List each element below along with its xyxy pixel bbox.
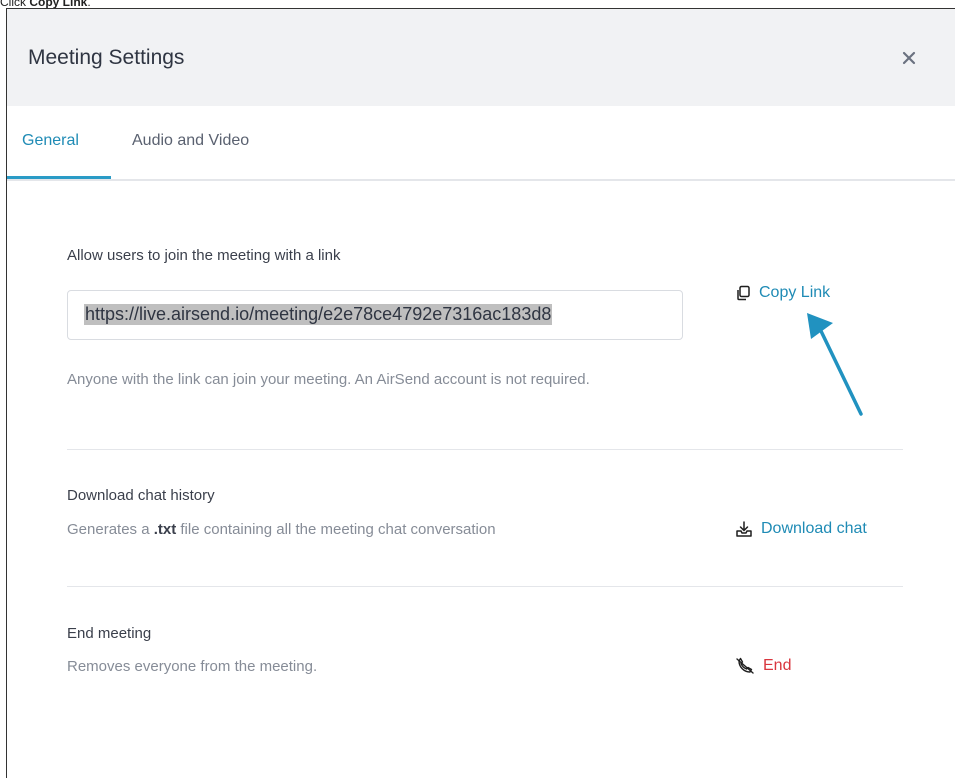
chat-desc-suffix: file containing all the meeting chat con… <box>176 521 496 538</box>
tab-audio-and-video[interactable]: Audio and Video <box>132 132 249 150</box>
link-section-description: Anyone with the link can join your meeti… <box>67 371 590 388</box>
end-section-title: End meeting <box>67 625 152 642</box>
section-divider <box>67 449 903 450</box>
section-divider <box>67 586 903 587</box>
dialog-header: Meeting Settings <box>7 9 955 106</box>
callout-arrow-icon <box>807 313 863 416</box>
copy-link-button[interactable]: Copy Link <box>735 284 830 302</box>
link-section-title: Allow users to join the meeting with a l… <box>67 247 341 264</box>
dialog-title: Meeting Settings <box>28 46 185 69</box>
chat-section-title: Download chat history <box>67 487 215 504</box>
close-button[interactable] <box>898 47 920 69</box>
download-chat-label: Download chat <box>761 520 867 537</box>
copy-link-label: Copy Link <box>759 284 831 301</box>
end-call-icon <box>736 657 754 674</box>
chat-desc-bold: .txt <box>153 521 177 538</box>
chat-desc-prefix: Generates a <box>67 521 154 538</box>
meeting-link-url[interactable]: https://live.airsend.io/meeting/e2e78ce4… <box>84 304 553 325</box>
meeting-link-field[interactable]: https://live.airsend.io/meeting/e2e78ce4… <box>67 290 683 340</box>
end-section-description: Removes everyone from the meeting. <box>67 658 318 675</box>
chat-section-description: Generates a .txt file containing all the… <box>67 517 496 542</box>
active-tab-indicator <box>7 176 111 179</box>
download-chat-button[interactable]: Download chat <box>735 520 867 538</box>
end-meeting-button[interactable]: End <box>735 657 791 675</box>
close-icon <box>902 51 916 65</box>
tab-bar: General Audio and Video <box>7 106 955 181</box>
meeting-settings-dialog: Meeting Settings General Audio and Video… <box>6 8 955 778</box>
end-meeting-label: End <box>763 657 792 674</box>
copy-icon <box>737 285 750 301</box>
tab-general[interactable]: General <box>22 132 79 150</box>
download-icon <box>736 521 752 537</box>
